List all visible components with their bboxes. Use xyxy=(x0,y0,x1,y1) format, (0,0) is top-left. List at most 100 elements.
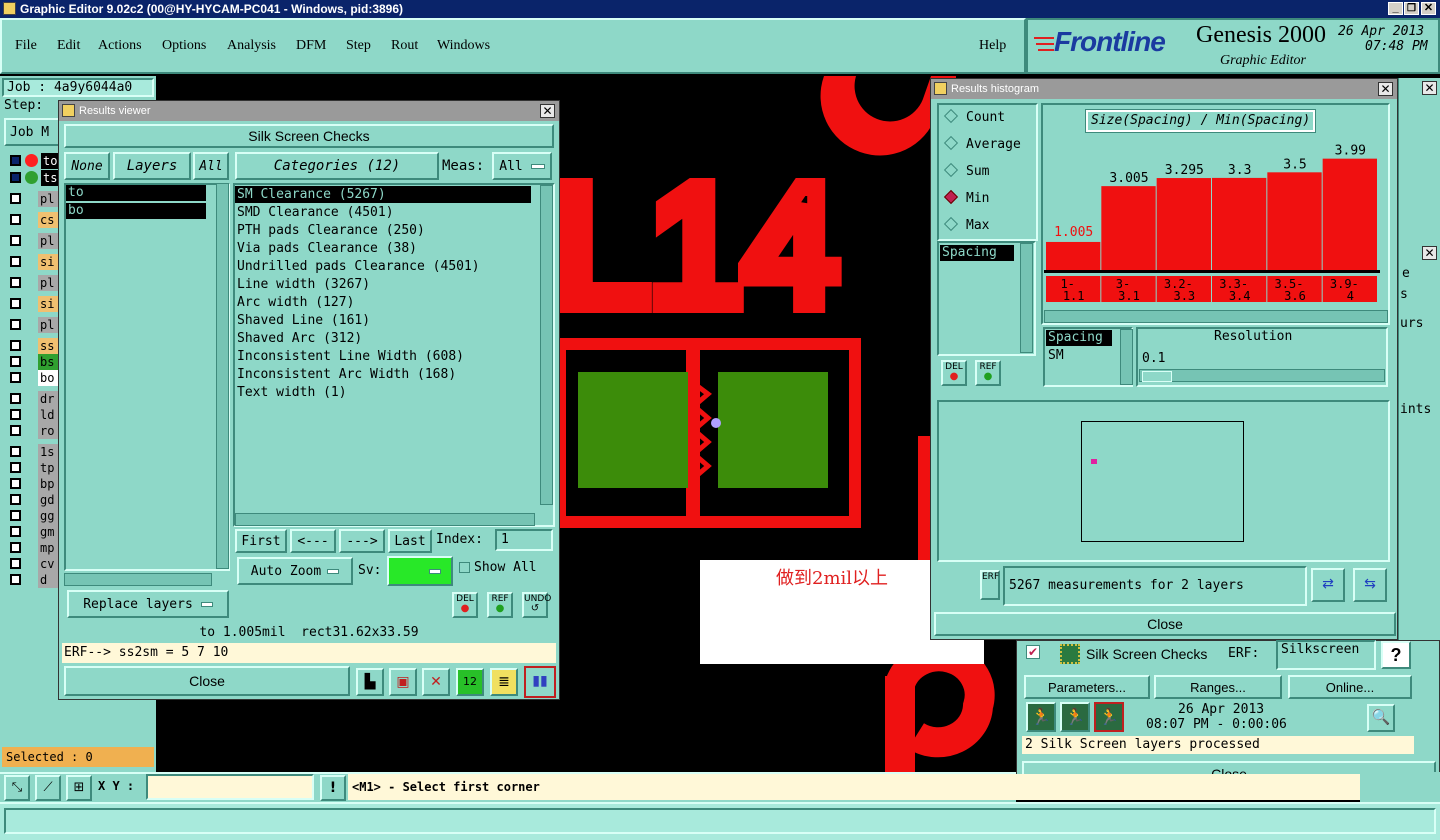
layer-checkbox[interactable] xyxy=(10,526,21,537)
category-item[interactable]: Text width (1) xyxy=(237,384,347,402)
layer-checkbox[interactable] xyxy=(10,494,21,505)
radio-average[interactable]: Average xyxy=(943,135,1021,152)
menu-rout[interactable]: Rout xyxy=(391,38,418,54)
radio-sum[interactable]: Sum xyxy=(943,162,989,179)
layer-row[interactable]: cv xyxy=(8,556,62,572)
list2-item-spacing[interactable]: Spacing xyxy=(1046,330,1112,346)
layer-row[interactable]: bs xyxy=(8,354,62,370)
none-button[interactable]: None xyxy=(64,152,110,180)
layer-checkbox[interactable] xyxy=(10,462,21,473)
parameters-button[interactable]: Parameters... xyxy=(1024,675,1150,699)
spacing-scrollbar[interactable] xyxy=(1020,243,1033,353)
menu-edit[interactable]: Edit xyxy=(57,38,80,54)
resolution-slider[interactable] xyxy=(1139,369,1385,382)
layer-checkbox[interactable] xyxy=(10,409,21,420)
layer-row[interactable]: 1s xyxy=(8,444,62,460)
index-input[interactable]: 1 xyxy=(495,529,553,551)
category-item[interactable]: Undrilled pads Clearance (4501) xyxy=(237,258,480,276)
all-layers-button[interactable]: All xyxy=(193,152,229,180)
ranges-button[interactable]: Ranges... xyxy=(1154,675,1282,699)
layer-checkbox[interactable] xyxy=(10,478,21,489)
next-button[interactable]: ---> xyxy=(339,529,385,553)
rv-list-icon[interactable]: ≣ xyxy=(490,668,518,696)
hist-export-icon-2[interactable]: ⇆ xyxy=(1353,568,1387,602)
layer-checkbox[interactable] xyxy=(10,393,21,404)
category-item[interactable]: SMD Clearance (4501) xyxy=(237,204,394,222)
zoom-icon[interactable]: 🔍 xyxy=(1367,704,1395,732)
menu-file[interactable]: File xyxy=(15,38,37,54)
snap-icon[interactable]: ⤡ xyxy=(4,775,30,801)
category-item[interactable]: Shaved Arc (312) xyxy=(237,330,362,348)
run-icon-3[interactable]: 🏃 xyxy=(1094,702,1124,732)
category-item[interactable]: PTH pads Clearance (250) xyxy=(237,222,425,240)
categories-hscrollbar[interactable] xyxy=(235,513,535,526)
layer-checkbox[interactable] xyxy=(10,574,21,585)
layer-row[interactable]: pl xyxy=(8,317,62,333)
histogram-bar[interactable] xyxy=(1046,241,1101,270)
layers-button[interactable]: Layers xyxy=(113,152,191,180)
layer-row[interactable]: ts xyxy=(8,170,65,186)
layer-row[interactable]: tp xyxy=(8,460,62,476)
layer-checkbox[interactable] xyxy=(10,510,21,521)
category-item[interactable]: Inconsistent Arc Width (168) xyxy=(237,366,456,384)
layer-row[interactable]: to xyxy=(8,153,65,169)
radio-count[interactable]: Count xyxy=(943,108,1005,125)
layer-checkbox[interactable] xyxy=(10,172,21,183)
category-item[interactable]: Via pads Clearance (38) xyxy=(237,240,417,258)
measure-icon[interactable]: ⟋ xyxy=(35,775,61,801)
rv-close-button[interactable]: Close xyxy=(64,666,350,696)
layer-checkbox[interactable] xyxy=(10,298,21,309)
menu-dfm[interactable]: DFM xyxy=(296,38,326,54)
menu-windows[interactable]: Windows xyxy=(437,38,490,54)
layer-row[interactable]: gg xyxy=(8,508,62,524)
layer-checkbox[interactable] xyxy=(10,193,21,204)
sv-color-select[interactable] xyxy=(387,556,453,586)
prev-button[interactable]: <--- xyxy=(290,529,336,553)
radio-max[interactable]: Max xyxy=(943,216,989,233)
layer-row[interactable]: bp xyxy=(8,476,62,492)
histogram-bar[interactable] xyxy=(1322,158,1377,270)
checklist-help-button[interactable]: ? xyxy=(1381,641,1411,669)
layer-row[interactable]: gm xyxy=(8,524,62,540)
last-button[interactable]: Last xyxy=(388,529,432,553)
layer-checkbox[interactable] xyxy=(10,256,21,267)
menu-actions[interactable]: Actions xyxy=(98,38,142,54)
categories-button[interactable]: Categories (12) xyxy=(235,152,439,180)
rv-report-icon[interactable]: ▣ xyxy=(389,668,417,696)
layer-row[interactable]: cs xyxy=(8,212,62,228)
layer-checkbox[interactable] xyxy=(10,558,21,569)
layer-checkbox[interactable] xyxy=(10,446,21,457)
side-close-icon-1[interactable]: ✕ xyxy=(1422,81,1437,95)
layer-row[interactable]: pl xyxy=(8,275,62,291)
close-icon[interactable]: ✕ xyxy=(1421,2,1436,15)
histogram-close-button[interactable]: Close xyxy=(934,612,1396,636)
layer-row[interactable]: bo xyxy=(8,370,62,386)
layer-checkbox[interactable] xyxy=(10,155,21,166)
categories-scrollbar[interactable] xyxy=(540,185,553,505)
online-button[interactable]: Online... xyxy=(1288,675,1412,699)
histogram-bar[interactable] xyxy=(1267,172,1322,270)
layer-checkbox[interactable] xyxy=(10,542,21,553)
layer-row[interactable]: pl xyxy=(8,233,62,249)
replace-layers-select[interactable]: Replace layers xyxy=(67,590,229,618)
histogram-bar[interactable] xyxy=(1212,177,1267,270)
list2-scrollbar[interactable] xyxy=(1120,329,1133,385)
layer-row[interactable]: gd xyxy=(8,492,62,508)
layers-hscrollbar[interactable] xyxy=(64,573,212,586)
layer-row[interactable]: ld xyxy=(8,407,62,423)
first-button[interactable]: First xyxy=(235,529,287,553)
category-item[interactable]: SM Clearance (5267) xyxy=(237,186,386,204)
histogram-hscrollbar[interactable] xyxy=(1044,310,1388,323)
layer-row[interactable]: ss xyxy=(8,338,62,354)
layer-checkbox[interactable] xyxy=(10,356,21,367)
layer-item-bo[interactable]: bo xyxy=(66,203,206,219)
layer-checkbox[interactable] xyxy=(10,372,21,383)
category-item[interactable]: Inconsistent Line Width (608) xyxy=(237,348,464,366)
side-close-icon-2[interactable]: ✕ xyxy=(1422,246,1437,260)
run-icon-1[interactable]: 🏃 xyxy=(1026,702,1056,732)
layer-checkbox[interactable] xyxy=(10,340,21,351)
grid-icon[interactable]: ⊞ xyxy=(66,775,92,801)
list2-item-sm[interactable]: SM xyxy=(1048,348,1064,363)
show-all-checkbox[interactable] xyxy=(459,562,470,573)
results-viewer-close-icon[interactable]: ✕ xyxy=(540,104,555,118)
